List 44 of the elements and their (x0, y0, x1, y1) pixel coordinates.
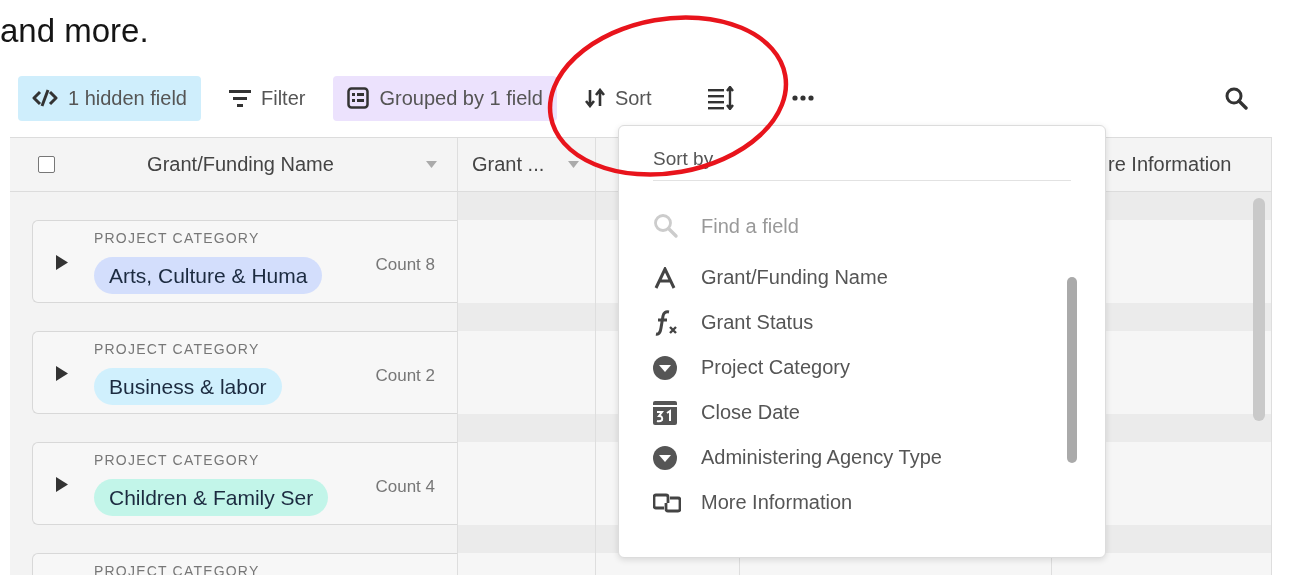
category-tag: Children & Family Ser (94, 479, 329, 516)
field-option[interactable]: Close Date (701, 401, 800, 424)
scrollbar[interactable] (1067, 277, 1077, 463)
column-header[interactable]: Grant ... (472, 153, 568, 176)
expand-icon[interactable] (56, 366, 68, 381)
list-icon (347, 87, 370, 109)
search-icon (653, 213, 679, 239)
field-option[interactable]: More Information (701, 491, 853, 514)
group-count: Count 2 (375, 366, 435, 386)
group-count: Count 4 (375, 477, 435, 497)
select-all-checkbox[interactable] (38, 156, 55, 173)
sort-icon (584, 88, 605, 108)
group-button[interactable]: Grouped by 1 field (333, 75, 557, 121)
field-option[interactable]: Grant Status (701, 311, 814, 334)
sort-button[interactable]: Sort (570, 75, 666, 121)
code-slash-icon (32, 89, 58, 107)
link-icon (653, 492, 681, 513)
calendar-icon (653, 400, 677, 425)
category-tag: Arts, Culture & Huma (94, 257, 323, 294)
dropdown-circle-icon (653, 355, 677, 380)
group-field-label: PROJECT CATEGORY (94, 230, 260, 246)
caption-text: and more. (0, 11, 149, 51)
group-count: Count 8 (375, 255, 435, 275)
scrollbar[interactable] (1253, 198, 1265, 421)
find-field-input[interactable]: Find a field (701, 214, 1061, 238)
formula-icon (653, 309, 679, 336)
group-field-label: PROJECT CATEGORY (94, 452, 260, 468)
dropdown-circle-icon (653, 445, 677, 470)
column-header[interactable]: Grant/Funding Name (55, 153, 426, 176)
more-icon[interactable] (791, 95, 814, 101)
hidden-fields-button[interactable]: 1 hidden field (18, 75, 201, 121)
field-option[interactable]: Administering Agency Type (701, 446, 942, 469)
text-field-icon (653, 266, 677, 289)
expand-icon[interactable] (56, 255, 68, 270)
column-header[interactable]: re Information (1108, 153, 1232, 176)
filter-button[interactable]: Filter (215, 75, 320, 121)
field-option[interactable]: Grant/Funding Name (701, 266, 888, 289)
filter-icon (229, 89, 251, 107)
category-tag: Business & labor (94, 368, 282, 405)
field-option[interactable]: Project Category (701, 356, 850, 379)
search-icon[interactable] (1224, 86, 1248, 110)
group-field-label: PROJECT CATEGORY (94, 341, 260, 357)
expand-icon[interactable] (56, 477, 68, 492)
row-height-icon[interactable] (707, 86, 734, 110)
